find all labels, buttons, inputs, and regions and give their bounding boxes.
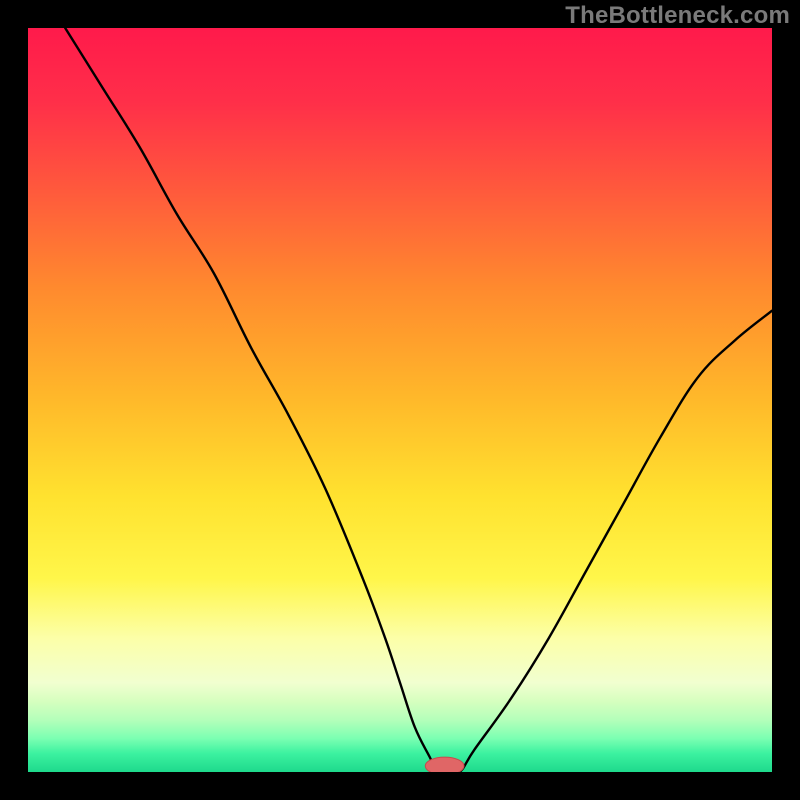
optimal-marker (425, 757, 464, 772)
plot-area (28, 28, 772, 772)
bottleneck-chart (28, 28, 772, 772)
chart-frame: TheBottleneck.com (0, 0, 800, 800)
gradient-background (28, 28, 772, 772)
watermark-text: TheBottleneck.com (565, 2, 790, 30)
